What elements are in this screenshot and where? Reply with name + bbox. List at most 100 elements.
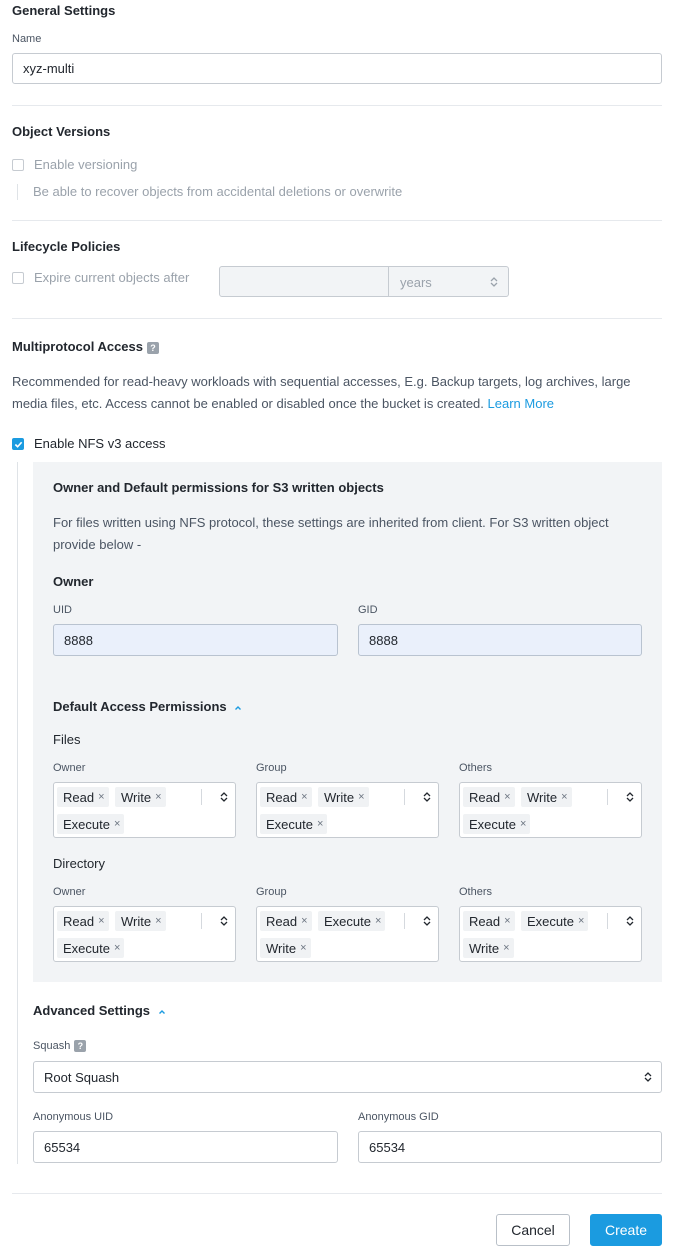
enable-nfs-label: Enable NFS v3 access bbox=[34, 436, 166, 451]
uid-value: 8888 bbox=[64, 632, 93, 648]
files-owner-label: Owner bbox=[53, 762, 86, 774]
enable-versioning-checkbox[interactable] bbox=[12, 159, 24, 171]
remove-tag-icon[interactable]: × bbox=[358, 791, 364, 803]
anonymous-gid-label: Anonymous GID bbox=[358, 1111, 439, 1123]
directory-owner-label: Owner bbox=[53, 886, 86, 898]
owner-heading: Owner bbox=[53, 574, 94, 589]
permission-tag: Read × bbox=[260, 787, 312, 807]
select-updown-icon bbox=[423, 792, 431, 802]
permission-tag: Write × bbox=[521, 787, 572, 807]
multiprotocol-heading-text: Multiprotocol Access bbox=[12, 339, 143, 354]
help-icon[interactable]: ? bbox=[74, 1040, 87, 1053]
remove-tag-icon[interactable]: × bbox=[301, 915, 307, 927]
versioning-description: Be able to recover objects from accident… bbox=[33, 184, 403, 199]
chevron-up-icon bbox=[158, 1009, 165, 1014]
divider bbox=[12, 1193, 662, 1194]
expire-duration-input[interactable] bbox=[220, 267, 388, 296]
advanced-settings-heading: Advanced Settings bbox=[33, 1003, 151, 1018]
squash-select[interactable]: Root Squash bbox=[33, 1061, 662, 1093]
enable-versioning-label: Enable versioning bbox=[34, 157, 138, 172]
permission-tag: Read × bbox=[463, 911, 515, 931]
select-updown-icon bbox=[423, 916, 431, 926]
permission-tag: Execute × bbox=[57, 814, 125, 834]
permission-tag: Read × bbox=[57, 911, 109, 931]
remove-tag-icon[interactable]: × bbox=[98, 791, 104, 803]
files-owner-select[interactable]: Read × Write × Execute × bbox=[53, 782, 236, 838]
remove-tag-icon[interactable]: × bbox=[504, 791, 510, 803]
remove-tag-icon[interactable]: × bbox=[561, 791, 567, 803]
learn-more-link[interactable]: Learn More bbox=[488, 396, 554, 411]
general-settings-heading: General Settings bbox=[12, 3, 116, 18]
name-input[interactable]: xyz-multi bbox=[12, 53, 662, 84]
gid-value: 8888 bbox=[369, 632, 398, 648]
anonymous-gid-input[interactable]: 65534 bbox=[358, 1131, 662, 1163]
remove-tag-icon[interactable]: × bbox=[578, 915, 584, 927]
indent-line bbox=[17, 184, 18, 200]
divider bbox=[12, 220, 662, 221]
remove-tag-icon[interactable]: × bbox=[504, 915, 510, 927]
files-group-label: Group bbox=[256, 762, 287, 774]
permission-tag: Execute × bbox=[521, 911, 589, 931]
permission-tag: Execute × bbox=[463, 814, 531, 834]
remove-tag-icon[interactable]: × bbox=[301, 791, 307, 803]
permission-tag: Read × bbox=[260, 911, 312, 931]
remove-tag-icon[interactable]: × bbox=[114, 942, 120, 954]
files-group-select[interactable]: Read × Write × Execute × bbox=[256, 782, 439, 838]
owner-panel-title: Owner and Default permissions for S3 wri… bbox=[53, 480, 384, 495]
permission-tag: Execute × bbox=[318, 911, 386, 931]
enable-nfs-checkbox[interactable] bbox=[12, 438, 24, 450]
directory-heading: Directory bbox=[53, 856, 106, 871]
name-input-value: xyz-multi bbox=[23, 61, 75, 76]
multiprotocol-heading: Multiprotocol Access? bbox=[12, 339, 159, 354]
directory-owner-select[interactable]: Read × Write × Execute × bbox=[53, 906, 236, 962]
default-permissions-toggle[interactable]: Default Access Permissions bbox=[53, 699, 242, 714]
select-updown-icon bbox=[644, 1072, 652, 1082]
anonymous-uid-input[interactable]: 65534 bbox=[33, 1131, 338, 1163]
permission-tag: Execute × bbox=[57, 938, 125, 958]
select-updown-icon bbox=[220, 792, 228, 802]
permission-tag: Read × bbox=[463, 787, 515, 807]
divider bbox=[388, 267, 389, 296]
divider bbox=[404, 913, 405, 929]
gid-input[interactable]: 8888 bbox=[358, 624, 642, 656]
divider bbox=[12, 105, 662, 106]
squash-label-text: Squash bbox=[33, 1040, 71, 1052]
permission-tag: Write × bbox=[463, 938, 514, 958]
select-updown-icon bbox=[220, 916, 228, 926]
remove-tag-icon[interactable]: × bbox=[155, 791, 161, 803]
remove-tag-icon[interactable]: × bbox=[300, 942, 306, 954]
expire-objects-checkbox[interactable] bbox=[12, 272, 24, 284]
cancel-button[interactable]: Cancel bbox=[496, 1214, 570, 1246]
object-versions-heading: Object Versions bbox=[12, 124, 111, 139]
remove-tag-icon[interactable]: × bbox=[375, 915, 381, 927]
owner-permissions-panel: Owner and Default permissions for S3 wri… bbox=[33, 462, 662, 982]
lifecycle-policies-heading: Lifecycle Policies bbox=[12, 239, 121, 254]
squash-label: Squash? bbox=[33, 1040, 87, 1053]
remove-tag-icon[interactable]: × bbox=[98, 915, 104, 927]
divider bbox=[12, 318, 662, 319]
permission-tag: Execute × bbox=[260, 814, 328, 834]
uid-label: UID bbox=[53, 604, 72, 616]
remove-tag-icon[interactable]: × bbox=[317, 818, 323, 830]
permission-tag: Write × bbox=[115, 787, 166, 807]
remove-tag-icon[interactable]: × bbox=[503, 942, 509, 954]
name-label: Name bbox=[12, 33, 42, 45]
expire-unit-select-value[interactable]: years bbox=[400, 275, 432, 290]
remove-tag-icon[interactable]: × bbox=[114, 818, 120, 830]
remove-tag-icon[interactable]: × bbox=[520, 818, 526, 830]
advanced-settings-toggle[interactable]: Advanced Settings bbox=[33, 1003, 166, 1018]
uid-input[interactable]: 8888 bbox=[53, 624, 338, 656]
help-icon[interactable]: ? bbox=[146, 341, 159, 354]
anonymous-uid-value: 65534 bbox=[44, 1139, 81, 1155]
create-button[interactable]: Create bbox=[590, 1214, 662, 1246]
directory-group-select[interactable]: Read × Execute × Write × bbox=[256, 906, 439, 962]
checkmark-icon bbox=[14, 441, 22, 448]
files-heading: Files bbox=[53, 732, 81, 747]
chevron-up-icon bbox=[235, 705, 242, 710]
select-updown-icon bbox=[626, 792, 634, 802]
divider bbox=[607, 913, 608, 929]
remove-tag-icon[interactable]: × bbox=[155, 915, 161, 927]
directory-others-select[interactable]: Read × Execute × Write × bbox=[459, 906, 642, 962]
files-others-select[interactable]: Read × Write × Execute × bbox=[459, 782, 642, 838]
divider bbox=[201, 789, 202, 805]
